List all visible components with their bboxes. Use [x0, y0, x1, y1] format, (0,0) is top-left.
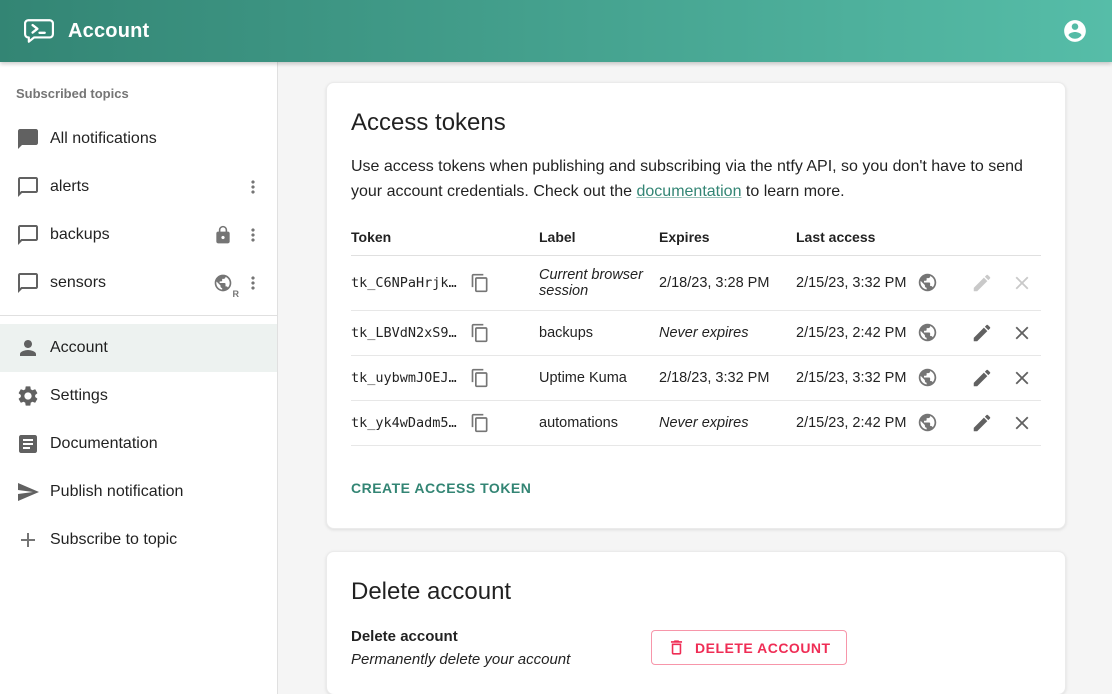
edit-token-icon[interactable]	[971, 412, 993, 434]
sidebar-item-label: alerts	[50, 178, 241, 196]
chat-bubble-filled-icon	[16, 127, 40, 151]
sidebar-item-label: sensors	[50, 274, 211, 292]
sidebar-item-label: Publish notification	[50, 483, 265, 501]
delete-account-card: Delete account Delete account Permanentl…	[326, 551, 1066, 694]
main-content: Access tokens Use access tokens when pub…	[278, 62, 1112, 694]
token-last-access: 2/15/23, 3:32 PM	[796, 370, 906, 386]
column-header-last-access: Last access	[796, 219, 971, 256]
topic-menu-icon[interactable]	[241, 175, 265, 199]
sidebar-item-all-notifications[interactable]: All notifications	[0, 115, 277, 163]
copy-icon[interactable]	[469, 322, 491, 344]
sidebar-item-label: backups	[50, 226, 211, 244]
app-bar: Account	[0, 0, 1112, 62]
copy-icon[interactable]	[469, 412, 491, 434]
sidebar-item-label: Settings	[50, 387, 265, 405]
chat-bubble-outline-icon	[16, 175, 40, 199]
tokens-table: Token Label Expires Last access tk_C6NPa…	[351, 219, 1041, 446]
access-tokens-title: Access tokens	[351, 109, 1041, 137]
delete-token-icon[interactable]	[1011, 367, 1033, 389]
sidebar: Subscribed topics All notifications aler…	[0, 62, 278, 694]
plus-icon	[16, 528, 40, 552]
sidebar-item-backups[interactable]: backups	[0, 211, 277, 259]
chat-bubble-outline-icon	[16, 271, 40, 295]
delete-account-row: Delete account Permanently delete your a…	[351, 628, 1041, 668]
topic-menu-icon[interactable]	[241, 223, 265, 247]
edit-token-icon	[971, 272, 993, 294]
access-tokens-card: Access tokens Use access tokens when pub…	[326, 82, 1066, 529]
create-access-token-button[interactable]: CREATE ACCESS TOKEN	[351, 474, 531, 502]
copy-icon[interactable]	[469, 272, 491, 294]
delete-account-button[interactable]: DELETE ACCOUNT	[651, 630, 847, 665]
sidebar-item-label: Subscribe to topic	[50, 531, 265, 549]
sidebar-item-documentation[interactable]: Documentation	[0, 420, 277, 468]
token-label: backups	[539, 310, 659, 355]
delete-account-info: Delete account Permanently delete your a…	[351, 628, 651, 668]
sidebar-item-subscribe-to-topic[interactable]: Subscribe to topic	[0, 516, 277, 564]
sidebar-item-account[interactable]: Account	[0, 324, 277, 372]
sidebar-item-sensors[interactable]: sensors R	[0, 259, 277, 307]
token-value: tk_C6NPaHrjk…	[351, 275, 457, 291]
gear-icon	[16, 384, 40, 408]
delete-account-title: Delete account	[351, 578, 1041, 606]
table-row: tk_uybwmJOEJ… Uptime Kuma 2/18/23, 3:32 …	[351, 355, 1041, 400]
subscribed-topics-label: Subscribed topics	[0, 76, 277, 115]
description-text: to learn more.	[741, 183, 844, 200]
token-expires: 2/18/23, 3:28 PM	[659, 255, 796, 310]
token-expires: Never expires	[659, 400, 796, 445]
token-value: tk_uybwmJOEJ…	[351, 370, 457, 386]
trash-icon	[667, 638, 686, 657]
token-label: Uptime Kuma	[539, 355, 659, 400]
globe-icon	[916, 272, 938, 294]
edit-token-icon[interactable]	[971, 367, 993, 389]
topic-menu-icon[interactable]	[241, 271, 265, 295]
delete-token-icon[interactable]	[1011, 322, 1033, 344]
copy-icon[interactable]	[469, 367, 491, 389]
token-last-access: 2/15/23, 2:42 PM	[796, 325, 906, 341]
token-label: automations	[539, 400, 659, 445]
globe-icon	[916, 412, 938, 434]
globe-icon	[916, 367, 938, 389]
send-icon	[16, 480, 40, 504]
delete-token-icon	[1011, 272, 1033, 294]
page-title: Account	[68, 20, 149, 43]
delete-account-item-title: Delete account	[351, 628, 651, 645]
edit-token-icon[interactable]	[971, 322, 993, 344]
sidebar-item-settings[interactable]: Settings	[0, 372, 277, 420]
sidebar-item-label: Account	[50, 339, 265, 357]
token-expires: 2/18/23, 3:32 PM	[659, 355, 796, 400]
article-icon	[16, 432, 40, 456]
table-row: tk_LBVdN2xS9… backups Never expires 2/15…	[351, 310, 1041, 355]
token-value: tk_LBVdN2xS9…	[351, 325, 457, 341]
table-row: tk_C6NPaHrjk… Current browser session 2/…	[351, 255, 1041, 310]
chat-bubble-outline-icon	[16, 223, 40, 247]
token-label: Current browser session	[539, 255, 659, 310]
table-row: tk_yk4wDadm5… automations Never expires …	[351, 400, 1041, 445]
lock-icon	[211, 223, 235, 247]
documentation-link[interactable]: documentation	[637, 183, 742, 200]
token-last-access: 2/15/23, 3:32 PM	[796, 275, 906, 291]
sidebar-divider	[0, 315, 277, 316]
access-tokens-description: Use access tokens when publishing and su…	[351, 155, 1041, 205]
globe-icon	[916, 322, 938, 344]
person-icon	[16, 336, 40, 360]
tokens-table-header: Token Label Expires Last access	[351, 219, 1041, 256]
token-last-access: 2/15/23, 2:42 PM	[796, 415, 906, 431]
token-expires: Never expires	[659, 310, 796, 355]
account-circle-icon[interactable]	[1062, 18, 1088, 44]
reserved-marker: R	[233, 289, 240, 299]
sidebar-item-label: All notifications	[50, 130, 265, 148]
column-header-expires: Expires	[659, 219, 796, 256]
column-header-token: Token	[351, 219, 539, 256]
sidebar-item-alerts[interactable]: alerts	[0, 163, 277, 211]
globe-reserved-icon: R	[211, 271, 235, 295]
token-value: tk_yk4wDadm5…	[351, 415, 457, 431]
sidebar-item-label: Documentation	[50, 435, 265, 453]
delete-account-item-description: Permanently delete your account	[351, 651, 651, 668]
column-header-actions	[971, 219, 1041, 256]
delete-token-icon[interactable]	[1011, 412, 1033, 434]
ntfy-logo-icon	[24, 19, 54, 44]
delete-account-button-label: DELETE ACCOUNT	[695, 640, 831, 656]
sidebar-item-publish-notification[interactable]: Publish notification	[0, 468, 277, 516]
column-header-label: Label	[539, 219, 659, 256]
